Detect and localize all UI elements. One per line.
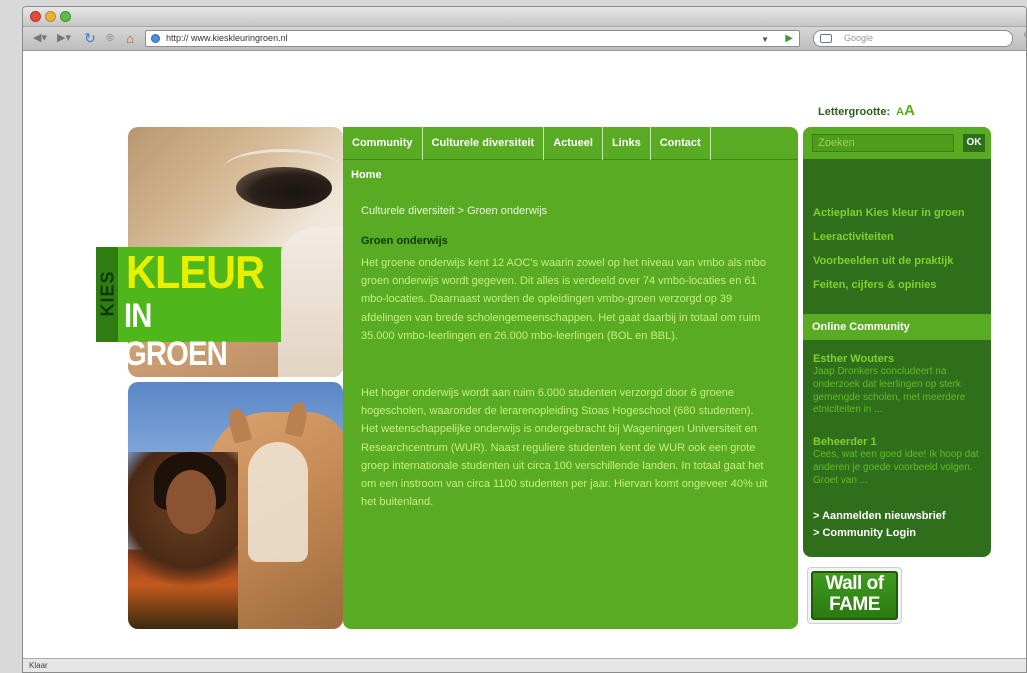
font-size-large-button[interactable]: A	[904, 102, 915, 119]
community-login-link[interactable]: > Community Login	[813, 527, 916, 539]
search-engine-icon[interactable]	[820, 34, 832, 43]
font-size-small-button[interactable]: A	[896, 106, 904, 118]
wall-of-fame-line1: Wall of	[825, 573, 884, 594]
font-size-label: Lettergrootte:	[818, 106, 891, 118]
site-search-ok-button[interactable]: OK	[963, 134, 985, 152]
url-prefix: http://	[166, 33, 189, 43]
article-paragraph-2: Het hoger onderwijs wordt aan ruim 6.000…	[361, 387, 768, 509]
browser-search-placeholder: Google	[844, 33, 874, 43]
logo-in-groen-text: IN GROEN	[124, 297, 228, 373]
status-text: Klaar	[29, 661, 48, 670]
sidebar-link-feiten[interactable]: Feiten, cijfers & opinies	[813, 279, 936, 291]
back-arrow-icon[interactable]: ◀▾	[29, 30, 51, 47]
community-post-text[interactable]: Cees, wat een goed idee! Ik hoop dat and…	[813, 449, 985, 487]
site-globe-icon	[151, 34, 160, 43]
nav-actueel[interactable]: Actueel	[544, 127, 603, 160]
address-bar[interactable]: http:// www.kieskleuringroen.nl ▼ ▶	[145, 30, 800, 47]
sidebar-link-voorbeelden[interactable]: Voorbeelden uit de praktijk	[813, 255, 953, 267]
community-post-author[interactable]: Beheerder 1	[813, 436, 877, 448]
breadcrumb[interactable]: Culturele diversiteit > Groen onderwijs	[361, 205, 547, 217]
newsletter-signup-link[interactable]: > Aanmelden nieuwsbrief	[813, 510, 946, 522]
article-title: Groen onderwijs	[361, 235, 448, 247]
home-icon[interactable]: ⌂	[121, 30, 139, 47]
title-bar	[23, 7, 1026, 27]
stop-icon[interactable]: ⊗	[101, 30, 119, 47]
close-window-button[interactable]	[30, 11, 41, 22]
community-post-author[interactable]: Esther Wouters	[813, 353, 894, 365]
kies-kleur-in-groen-logo[interactable]: KIES KLEUR IN GROEN	[96, 246, 281, 373]
article-paragraph-1: Het groene onderwijs kent 12 AOC's waari…	[361, 257, 767, 342]
woman-with-horse-photo	[128, 382, 343, 629]
nav-community[interactable]: Community	[343, 127, 423, 160]
main-content: Community Culturele diversiteit Actueel …	[343, 127, 798, 629]
logo-kies-text: KIES	[97, 270, 118, 317]
nav-contact[interactable]: Contact	[651, 127, 711, 160]
search-magnifier-icon[interactable]: 🔍︎	[1023, 30, 1026, 43]
nav-culturele-diversiteit[interactable]: Culturele diversiteit	[423, 127, 545, 160]
site-search-bar: Zoeken OK	[803, 127, 991, 159]
sidebar-link-actieplan[interactable]: Actieplan Kies kleur in groen	[813, 207, 965, 219]
browser-search-input[interactable]: Google	[813, 30, 1013, 47]
reload-icon[interactable]: ↻	[81, 30, 99, 47]
url-dropdown-icon[interactable]: ▼	[761, 32, 769, 47]
wall-of-fame-line2: FAME	[829, 594, 880, 615]
online-community-header: Online Community	[803, 314, 991, 340]
main-navigation: Community Culturele diversiteit Actueel …	[343, 127, 798, 160]
url-host: www.kieskleuringroen.nl	[191, 33, 288, 43]
site-search-input[interactable]: Zoeken	[812, 134, 954, 152]
nav-links[interactable]: Links	[603, 127, 651, 160]
sidebar-link-leeractiviteiten[interactable]: Leeractiviteiten	[813, 231, 894, 243]
sidebar: Zoeken OK Actieplan Kies kleur in groen …	[803, 127, 991, 557]
forward-arrow-icon[interactable]: ▶▾	[53, 30, 75, 47]
browser-toolbar: ◀▾ ▶▾ ↻ ⊗ ⌂ http:// www.kieskleuringroen…	[23, 27, 1026, 51]
status-bar: Klaar	[23, 658, 1026, 672]
browser-window: ◀▾ ▶▾ ↻ ⊗ ⌂ http:// www.kieskleuringroen…	[22, 6, 1027, 673]
community-post-text[interactable]: Jaap Dronkers concludeert na onderzoek d…	[813, 366, 985, 417]
minimize-window-button[interactable]	[45, 11, 56, 22]
home-link[interactable]: Home	[351, 169, 382, 181]
font-size-control: Lettergrootte: AA	[818, 102, 915, 119]
go-arrow-icon[interactable]: ▶	[785, 31, 793, 46]
logo-kleur-text: KLEUR	[126, 246, 265, 298]
wall-of-fame-badge[interactable]: Wall of FAME	[807, 567, 902, 624]
zoom-window-button[interactable]	[60, 11, 71, 22]
web-page: Lettergrootte: AA KIES KLEUR IN GROEN Co…	[23, 52, 1026, 660]
